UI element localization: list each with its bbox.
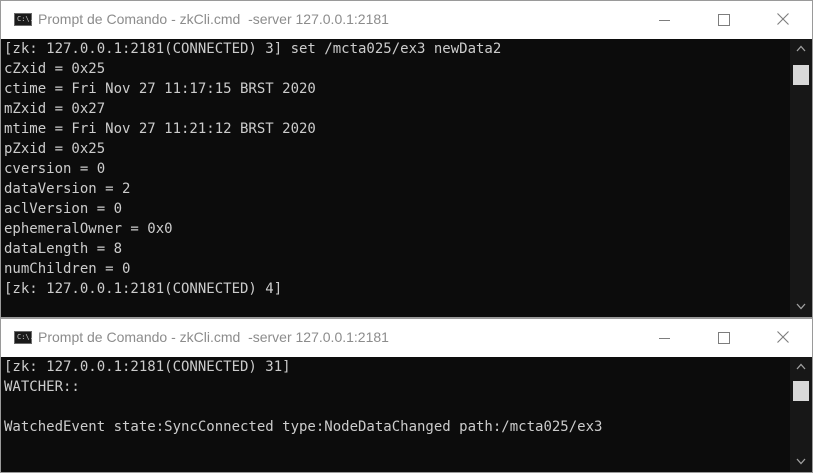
scroll-down-button[interactable] — [790, 452, 812, 472]
console-prompt-line: [zk: 127.0.0.1:2181(CONNECTED) 31] — [4, 359, 291, 375]
console-line: pZxid = 0x25 — [4, 141, 106, 157]
maximize-button[interactable] — [693, 1, 753, 39]
window-titlebar[interactable]: C:\. Prompt de Comando - zkCli.cmd -serv… — [1, 319, 812, 357]
chevron-up-icon — [796, 363, 806, 370]
console-line: ephemeralOwner = 0x0 — [4, 221, 173, 237]
cmd-app-icon-glyph: C:\. — [17, 333, 34, 341]
scroll-down-button[interactable] — [790, 297, 812, 317]
cmd-app-icon-glyph: C:\. — [17, 15, 34, 23]
console-line: cZxid = 0x25 — [4, 61, 106, 77]
minimize-icon — [659, 338, 670, 339]
chevron-down-icon — [796, 458, 806, 465]
command-prompt-window-top[interactable]: C:\. Prompt de Comando - zkCli.cmd -serv… — [0, 0, 813, 318]
console-line: dataLength = 8 — [4, 241, 123, 257]
console-line: ctime = Fri Nov 27 11:17:15 BRST 2020 — [4, 81, 316, 97]
scroll-up-button[interactable] — [790, 39, 812, 59]
minimize-button[interactable] — [634, 319, 694, 357]
minimize-button[interactable] — [634, 1, 694, 39]
maximize-button[interactable] — [693, 319, 753, 357]
cmd-app-icon[interactable]: C:\. — [14, 331, 34, 344]
minimize-icon — [659, 20, 670, 21]
chevron-down-icon — [796, 303, 806, 310]
console-prompt-line: [zk: 127.0.0.1:2181(CONNECTED) 4] — [4, 281, 283, 297]
close-button[interactable] — [753, 1, 813, 39]
chevron-up-icon — [796, 45, 806, 52]
vertical-scrollbar[interactable] — [790, 39, 812, 317]
console-output[interactable]: [zk: 127.0.0.1:2181(CONNECTED) 31] WATCH… — [1, 357, 791, 472]
scrollbar-thumb[interactable] — [793, 65, 809, 85]
maximize-icon — [718, 332, 730, 344]
maximize-icon — [718, 14, 730, 26]
window-title: Prompt de Comando - zkCli.cmd -server 12… — [38, 11, 389, 27]
close-icon — [777, 13, 789, 25]
console-line: WatchedEvent state:SyncConnected type:No… — [4, 419, 603, 435]
close-icon — [777, 331, 789, 343]
close-button[interactable] — [753, 319, 813, 357]
console-line: aclVersion = 0 — [4, 201, 123, 217]
scroll-up-button[interactable] — [790, 357, 812, 377]
console-line: [zk: 127.0.0.1:2181(CONNECTED) 3] set /m… — [4, 41, 502, 57]
console-line: WATCHER:: — [4, 379, 80, 395]
window-titlebar[interactable]: C:\. Prompt de Comando - zkCli.cmd -serv… — [1, 1, 812, 39]
vertical-scrollbar[interactable] — [790, 357, 812, 472]
window-title: Prompt de Comando - zkCli.cmd -server 12… — [38, 329, 389, 345]
console-line: numChildren = 0 — [4, 261, 131, 277]
cmd-app-icon[interactable]: C:\. — [14, 13, 34, 26]
scrollbar-thumb[interactable] — [793, 381, 809, 401]
command-prompt-window-bottom[interactable]: C:\. Prompt de Comando - zkCli.cmd -serv… — [0, 318, 813, 473]
console-line: cversion = 0 — [4, 161, 106, 177]
console-line: mtime = Fri Nov 27 11:21:12 BRST 2020 — [4, 121, 316, 137]
console-output[interactable]: [zk: 127.0.0.1:2181(CONNECTED) 3] set /m… — [1, 39, 791, 317]
console-line: dataVersion = 2 — [4, 181, 131, 197]
console-line: mZxid = 0x27 — [4, 101, 106, 117]
